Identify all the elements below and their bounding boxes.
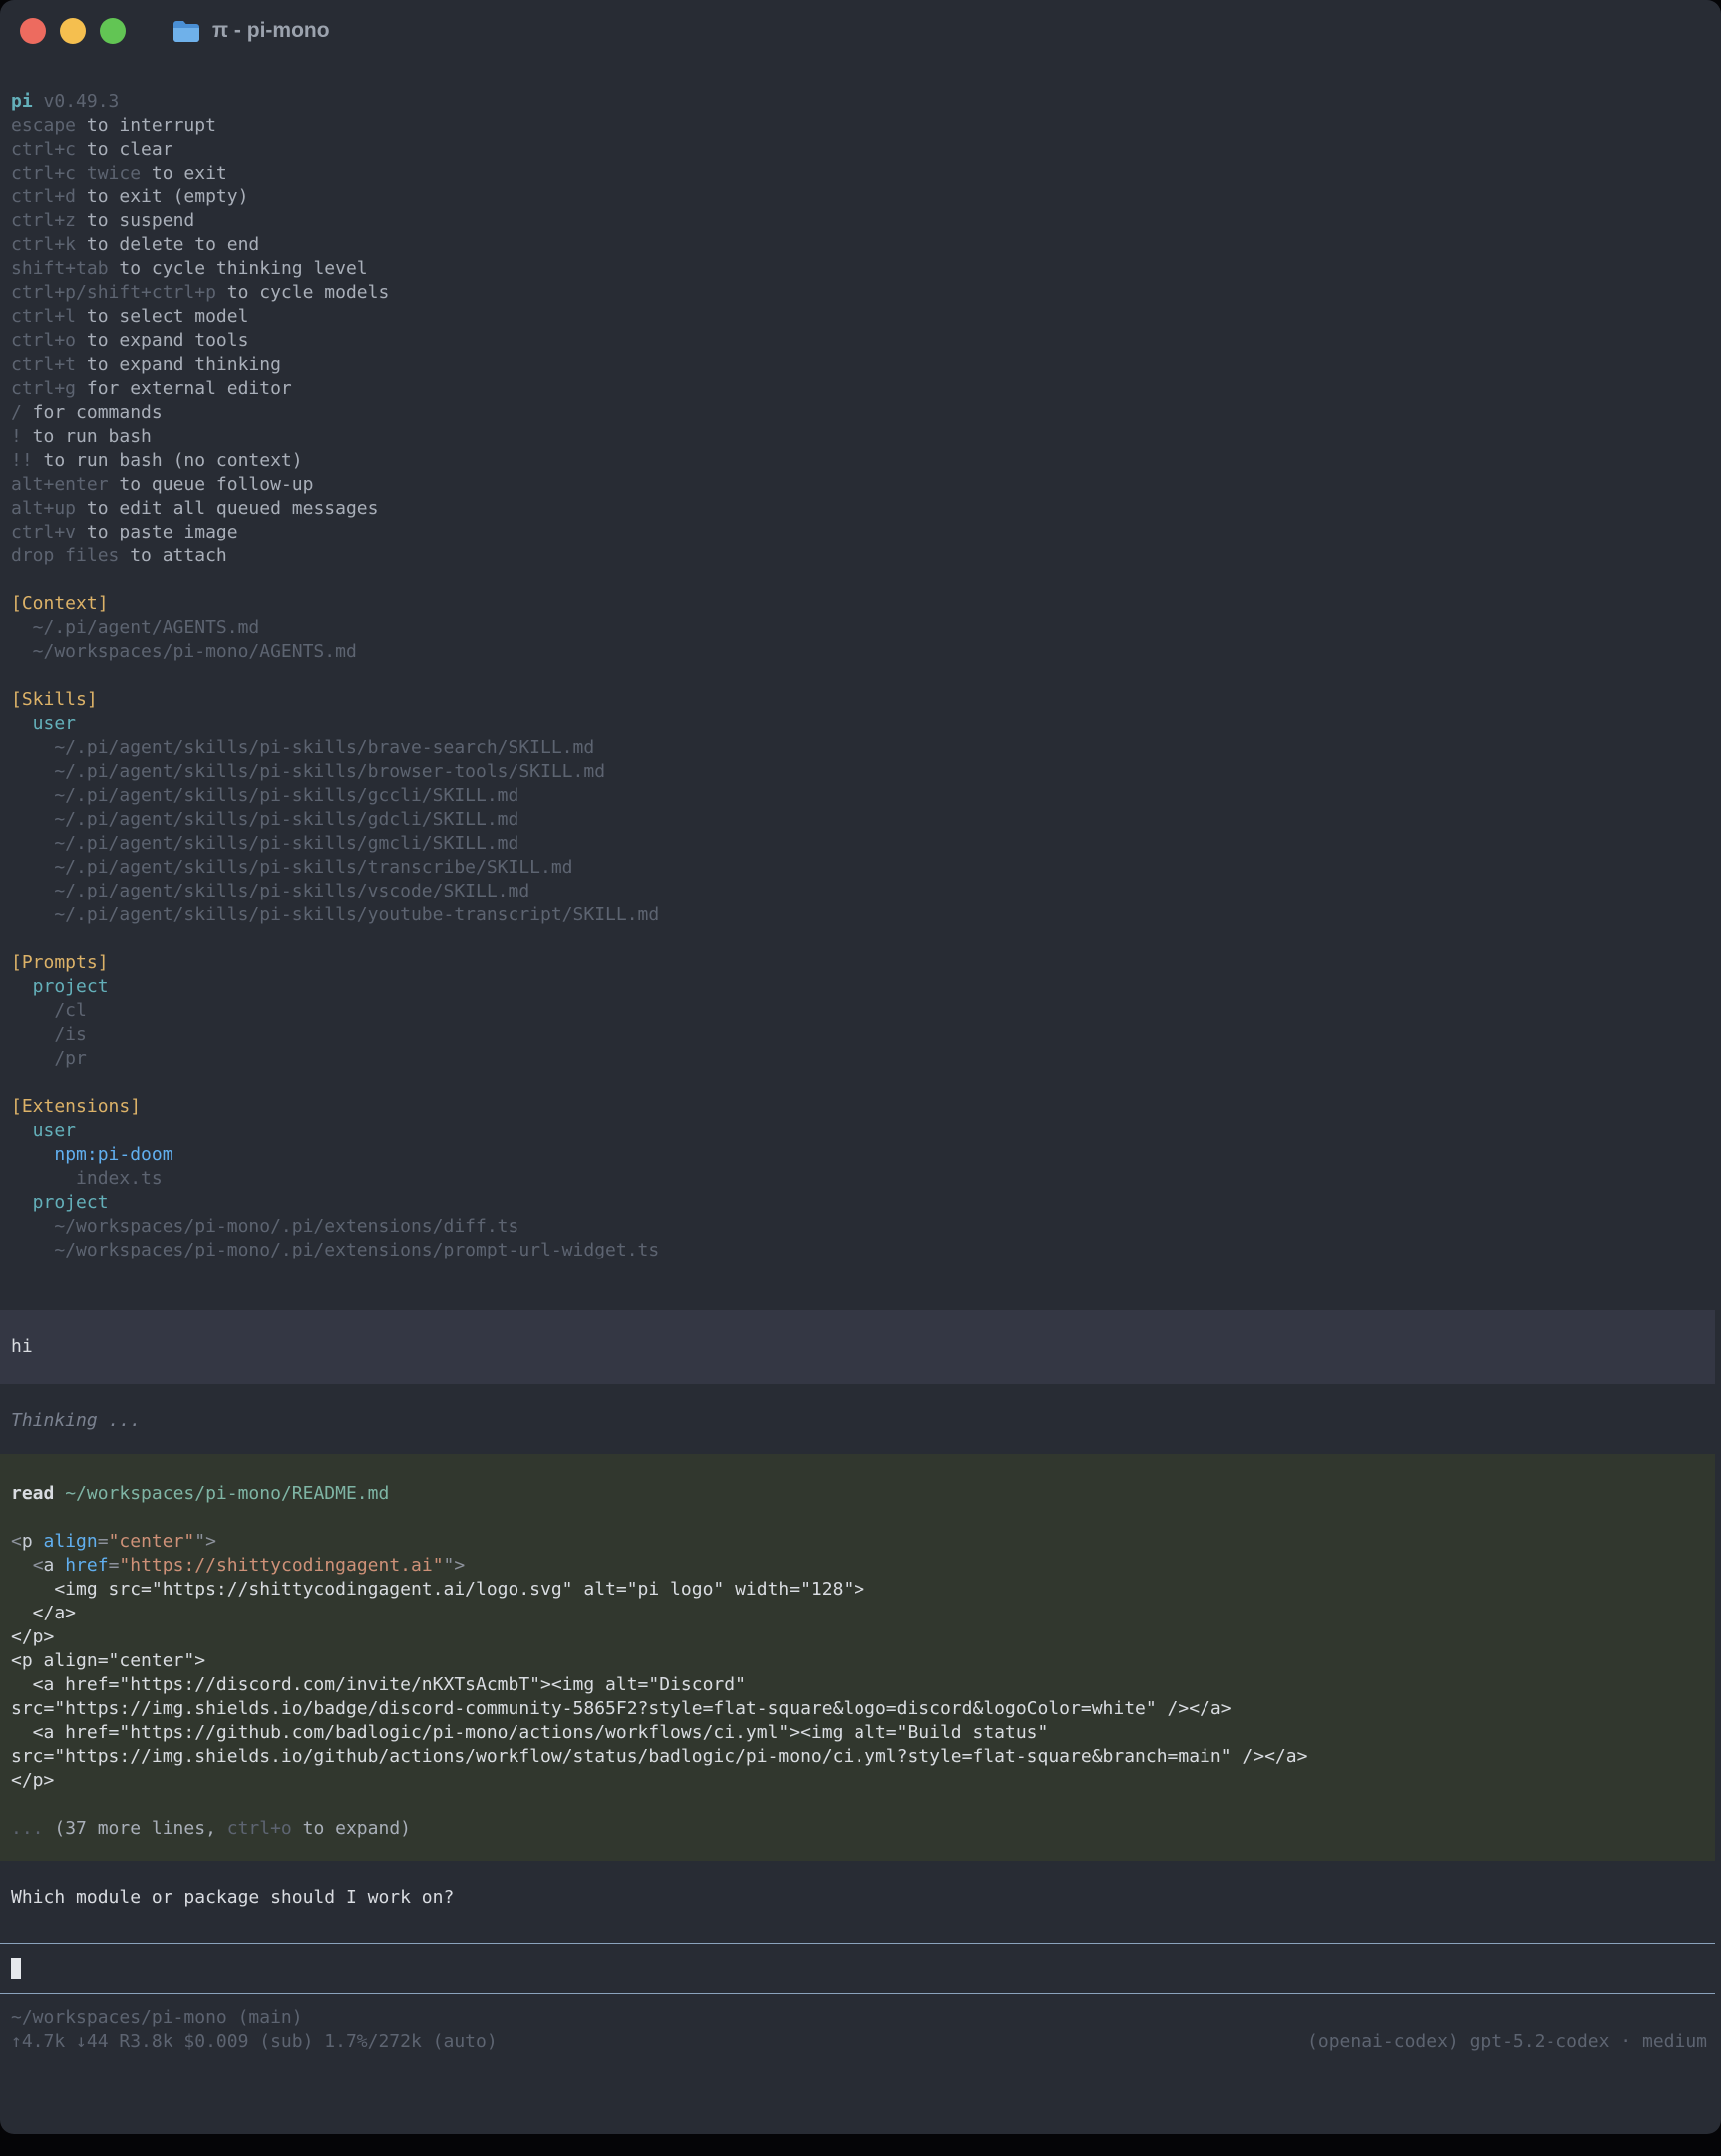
section-header-prompts: [Prompts]	[0, 951, 1721, 975]
terminal-content: pi v0.49.3escape to interruptctrl+c to c…	[0, 90, 1721, 2054]
group-label-project: project	[0, 975, 1721, 999]
extension-item: ~/workspaces/pi-mono/.pi/extensions/diff…	[0, 1215, 1721, 1239]
shortcut-line: alt+enter to queue follow-up	[0, 473, 1721, 497]
thinking-label: Thinking ...	[0, 1409, 1721, 1433]
shortcut-line: ctrl+c twice to exit	[0, 162, 1721, 185]
shortcut-line: ctrl+d to exit (empty)	[0, 185, 1721, 209]
shortcut-line: ctrl+l to select model	[0, 305, 1721, 329]
terminal-window: π - pi-mono pi v0.49.3escape to interrup…	[0, 0, 1721, 2134]
extension-item: npm:pi-doom	[0, 1143, 1721, 1167]
shortcut-line: / for commands	[0, 401, 1721, 425]
shortcut-line: ctrl+z to suspend	[0, 209, 1721, 233]
skill-path: ~/.pi/agent/skills/pi-skills/brave-searc…	[0, 736, 1721, 760]
shortcut-line: ! to run bash	[0, 425, 1721, 449]
zoom-button[interactable]	[100, 18, 126, 44]
model-status: (openai-codex) gpt-5.2-codex · medium	[1296, 2030, 1707, 2054]
prompt-item: /is	[0, 1023, 1721, 1047]
shortcut-line: ctrl+k to delete to end	[0, 233, 1721, 257]
code-line: <a href="https://shittycodingagent.ai"">	[0, 1554, 1715, 1578]
code-line: <img src="https://shittycodingagent.ai/l…	[0, 1578, 1715, 1602]
skill-path: ~/.pi/agent/skills/pi-skills/browser-too…	[0, 760, 1721, 784]
blank-line	[0, 568, 1721, 592]
prompt-item: /cl	[0, 999, 1721, 1023]
code-line: <p align="center"">	[0, 1530, 1715, 1554]
window-title: π - pi-mono	[212, 19, 330, 43]
shortcut-line: !! to run bash (no context)	[0, 449, 1721, 473]
shortcut-line: ctrl+g for external editor	[0, 377, 1721, 401]
section-header-context: [Context]	[0, 592, 1721, 616]
minimize-button[interactable]	[60, 18, 86, 44]
prompt-input[interactable]	[0, 1943, 1715, 1994]
extension-item: ~/workspaces/pi-mono/.pi/extensions/prom…	[0, 1239, 1721, 1262]
code-line: <p align="center">	[0, 1649, 1715, 1673]
version-line: pi v0.49.3	[0, 90, 1721, 114]
shortcut-line: ctrl+o to expand tools	[0, 329, 1721, 353]
skill-path: ~/.pi/agent/skills/pi-skills/gdcli/SKILL…	[0, 808, 1721, 832]
assistant-message: Which module or package should I work on…	[0, 1886, 1721, 1910]
tool-output-block: read ~/workspaces/pi-mono/README.md <p al…	[0, 1454, 1715, 1861]
shortcut-line: escape to interrupt	[0, 114, 1721, 138]
user-message: hi	[0, 1335, 1715, 1359]
token-usage-status: ↑4.7k ↓44 R3.8k $0.009 (sub) 1.7%/272k (…	[0, 2030, 498, 2054]
code-line: </p>	[0, 1625, 1715, 1649]
shortcut-line: shift+tab to cycle thinking level	[0, 257, 1721, 281]
truncation-line: ... (37 more lines, ctrl+o to expand)	[0, 1817, 1715, 1841]
code-line: src="https://img.shields.io/github/actio…	[0, 1745, 1715, 1769]
section-header-extensions: [Extensions]	[0, 1095, 1721, 1119]
cwd-branch-status: ~/workspaces/pi-mono (main)	[0, 2006, 1721, 2030]
skill-path: ~/.pi/agent/skills/pi-skills/gmcli/SKILL…	[0, 832, 1721, 856]
user-message-box: hi	[0, 1310, 1715, 1384]
blank-line	[0, 664, 1721, 688]
code-line: </a>	[0, 1602, 1715, 1625]
context-path: ~/.pi/agent/AGENTS.md	[0, 616, 1721, 640]
code-line: src="https://img.shields.io/badge/discor…	[0, 1697, 1715, 1721]
prompt-item: /pr	[0, 1047, 1721, 1071]
code-line: </p>	[0, 1769, 1715, 1793]
shortcut-line: ctrl+t to expand thinking	[0, 353, 1721, 377]
code-line: <a href="https://github.com/badlogic/pi-…	[0, 1721, 1715, 1745]
skill-path: ~/.pi/agent/skills/pi-skills/vscode/SKIL…	[0, 880, 1721, 903]
skill-path: ~/.pi/agent/skills/pi-skills/youtube-tra…	[0, 903, 1721, 927]
status-bar: ~/workspaces/pi-mono (main) ↑4.7k ↓44 R3…	[0, 2006, 1721, 2054]
context-path: ~/workspaces/pi-mono/AGENTS.md	[0, 640, 1721, 664]
code-line: <a href="https://discord.com/invite/nKXT…	[0, 1673, 1715, 1697]
group-label-user: user	[0, 1119, 1721, 1143]
titlebar: π - pi-mono	[0, 0, 1721, 62]
section-header-skills: [Skills]	[0, 688, 1721, 712]
group-label-project: project	[0, 1191, 1721, 1215]
shortcut-line: ctrl+p/shift+ctrl+p to cycle models	[0, 281, 1721, 305]
text-cursor	[11, 1958, 21, 1979]
shortcut-line: ctrl+v to paste image	[0, 521, 1721, 544]
shortcut-line: alt+up to edit all queued messages	[0, 497, 1721, 521]
shortcut-line: drop files to attach	[0, 544, 1721, 568]
blank-line	[0, 1506, 1715, 1530]
blank-line	[0, 1071, 1721, 1095]
blank-line	[0, 1793, 1715, 1817]
blank-line	[0, 927, 1721, 951]
tool-read-header: read ~/workspaces/pi-mono/README.md	[0, 1482, 1715, 1506]
group-label-user: user	[0, 712, 1721, 736]
folder-icon	[172, 20, 200, 43]
intro-block: pi v0.49.3escape to interruptctrl+c to c…	[0, 90, 1721, 1262]
skill-path: ~/.pi/agent/skills/pi-skills/gccli/SKILL…	[0, 784, 1721, 808]
close-button[interactable]	[20, 18, 46, 44]
extension-subitem: index.ts	[0, 1167, 1721, 1191]
skill-path: ~/.pi/agent/skills/pi-skills/transcribe/…	[0, 856, 1721, 880]
shortcut-line: ctrl+c to clear	[0, 138, 1721, 162]
